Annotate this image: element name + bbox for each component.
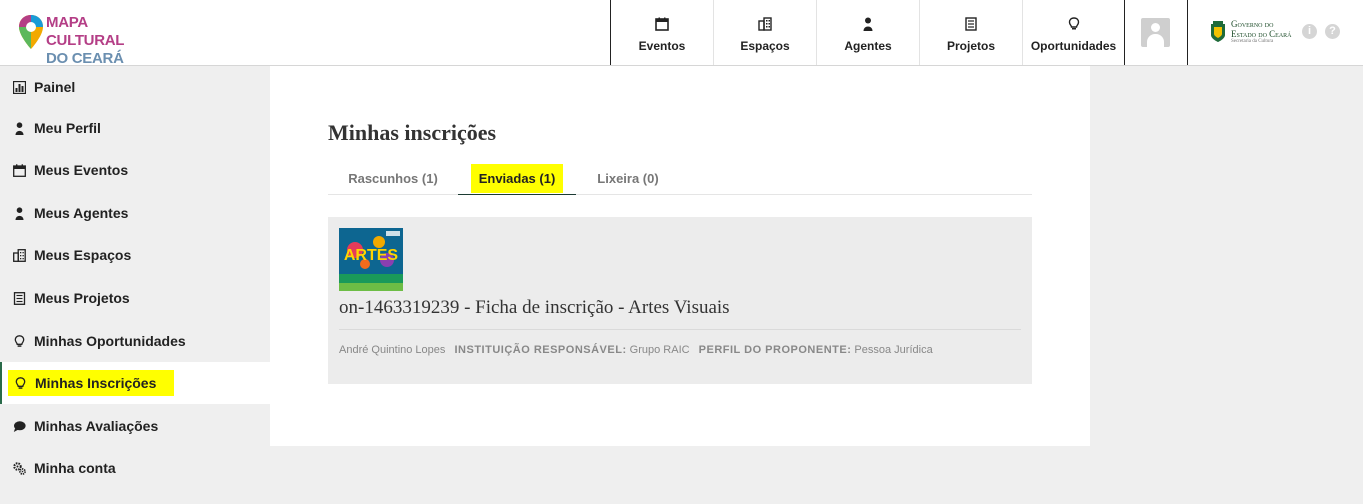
- info-icon[interactable]: i: [1302, 24, 1317, 39]
- artes-poster-image: ARTES: [339, 228, 403, 291]
- calendar-icon: [13, 163, 26, 177]
- building-icon: [758, 16, 772, 31]
- institution-value: Grupo RAIC: [629, 344, 690, 356]
- sidebar-item-meus-espacos[interactable]: Meus Espaços: [0, 234, 270, 276]
- building-icon: [13, 248, 26, 262]
- gears-icon: [13, 461, 26, 475]
- thumb-text: ARTES: [344, 247, 399, 264]
- tab-label: Enviadas (1): [470, 163, 564, 193]
- help-icon[interactable]: ?: [1325, 24, 1340, 39]
- user-menu[interactable]: [1123, 0, 1188, 65]
- gov-line2: Estado do Ceará: [1231, 29, 1292, 39]
- top-header: MAPA CULTURAL DO CEARÁ Eventos Espaços A…: [0, 0, 1363, 67]
- sidebar-item-label: Meus Espaços: [34, 247, 132, 263]
- sidebar-item-label: Minhas Avaliações: [34, 418, 159, 434]
- document-icon: [965, 16, 977, 31]
- nav-agentes-label: Agentes: [844, 38, 892, 53]
- nav-agentes[interactable]: Agentes: [817, 0, 920, 65]
- sidebar-item-painel[interactable]: Painel: [0, 66, 270, 108]
- ceara-seal-icon: [1211, 21, 1225, 42]
- nav-espacos[interactable]: Espaços: [714, 0, 817, 65]
- lightbulb-icon: [15, 376, 26, 389]
- sidebar-item-meus-projetos[interactable]: Meus Projetos: [0, 277, 270, 319]
- profile-value: Pessoa Jurídica: [854, 344, 933, 356]
- sidebar-item-meu-perfil[interactable]: Meu Perfil: [0, 107, 270, 149]
- tab-label: Lixeira (0): [597, 171, 659, 186]
- sidebar-item-label: Meus Projetos: [34, 290, 130, 306]
- sidebar-item-label: Minhas Inscrições: [35, 375, 157, 391]
- nav-oportunidades[interactable]: Oportunidades: [1023, 0, 1125, 65]
- sidebar: Painel Meu Perfil Meus Eventos Meus Agen…: [0, 66, 270, 504]
- speech-bubble-icon: [13, 420, 26, 432]
- nav-eventos-label: Eventos: [638, 38, 686, 53]
- registration-meta: André Quintino Lopes INSTITUIÇÃO RESPONS…: [339, 344, 933, 356]
- sidebar-item-label: Meus Agentes: [34, 205, 129, 221]
- divider: [339, 329, 1021, 330]
- nav-oportunidades-label: Oportunidades: [1030, 38, 1117, 53]
- registration-card[interactable]: ARTES on-1463319239 - Ficha de inscrição…: [328, 217, 1032, 384]
- main-nav: Eventos Espaços Agentes Projetos Oportun…: [610, 0, 1125, 65]
- sidebar-item-label: Painel: [34, 79, 76, 95]
- gov-line3: Secretaria da Cultura: [1231, 39, 1274, 44]
- logo-line1: MAPA CULTURAL: [46, 14, 125, 49]
- tab-rascunhos[interactable]: Rascunhos (1): [328, 162, 458, 195]
- sidebar-item-label: Meu Perfil: [34, 120, 101, 136]
- profile-label: PERFIL DO PROPONENTE:: [698, 344, 852, 356]
- sidebar-item-minhas-oportunidades[interactable]: Minhas Oportunidades: [0, 320, 270, 362]
- opportunity-thumbnail[interactable]: ARTES: [339, 228, 403, 291]
- governo-ceara-logo[interactable]: Governo do Estado do Ceará Secretaria da…: [1210, 19, 1292, 45]
- sidebar-item-label: Meus Eventos: [34, 162, 129, 178]
- sidebar-item-minhas-inscricoes[interactable]: Minhas Inscrições: [0, 362, 270, 404]
- document-icon: [13, 291, 26, 305]
- nav-projetos[interactable]: Projetos: [920, 0, 1023, 65]
- registration-tabs: Rascunhos (1) Enviadas (1) Lixeira (0): [328, 162, 1032, 195]
- nav-espacos-label: Espaços: [740, 38, 790, 53]
- tab-enviadas[interactable]: Enviadas (1): [458, 162, 576, 195]
- mapa-cultural-logo[interactable]: MAPA CULTURAL DO CEARÁ: [16, 12, 156, 67]
- person-icon: [15, 121, 24, 135]
- main-content: Minhas inscrições Rascunhos (1) Enviadas…: [270, 66, 1090, 446]
- registration-title[interactable]: on-1463319239 - Ficha de inscrição - Art…: [339, 297, 730, 319]
- tab-label: Rascunhos (1): [348, 171, 438, 186]
- map-pin-logo-icon: [19, 15, 43, 49]
- lightbulb-icon: [1068, 16, 1079, 29]
- sidebar-item-minhas-avaliacoes[interactable]: Minhas Avaliações: [0, 405, 270, 447]
- lightbulb-icon: [14, 334, 25, 347]
- sidebar-item-label: Minhas Oportunidades: [34, 333, 186, 349]
- chart-icon: [13, 80, 26, 94]
- sidebar-item-meus-eventos[interactable]: Meus Eventos: [0, 149, 270, 191]
- help-icons: i ?: [1302, 24, 1340, 39]
- sidebar-item-label: Minha conta: [34, 460, 116, 476]
- sidebar-item-minha-conta[interactable]: Minha conta: [0, 447, 270, 489]
- page-title: Minhas inscrições: [328, 120, 497, 145]
- institution-label: INSTITUIÇÃO RESPONSÁVEL:: [454, 344, 627, 356]
- agent-name[interactable]: André Quintino Lopes: [339, 344, 445, 356]
- person-icon: [15, 206, 24, 220]
- nav-eventos[interactable]: Eventos: [611, 0, 714, 65]
- nav-projetos-label: Projetos: [946, 38, 995, 53]
- avatar[interactable]: [1140, 18, 1170, 47]
- person-icon: [863, 17, 873, 31]
- gov-line1: Governo do: [1231, 19, 1274, 29]
- calendar-icon: [655, 17, 669, 31]
- sidebar-item-meus-agentes[interactable]: Meus Agentes: [0, 192, 270, 234]
- tab-lixeira[interactable]: Lixeira (0): [576, 162, 680, 195]
